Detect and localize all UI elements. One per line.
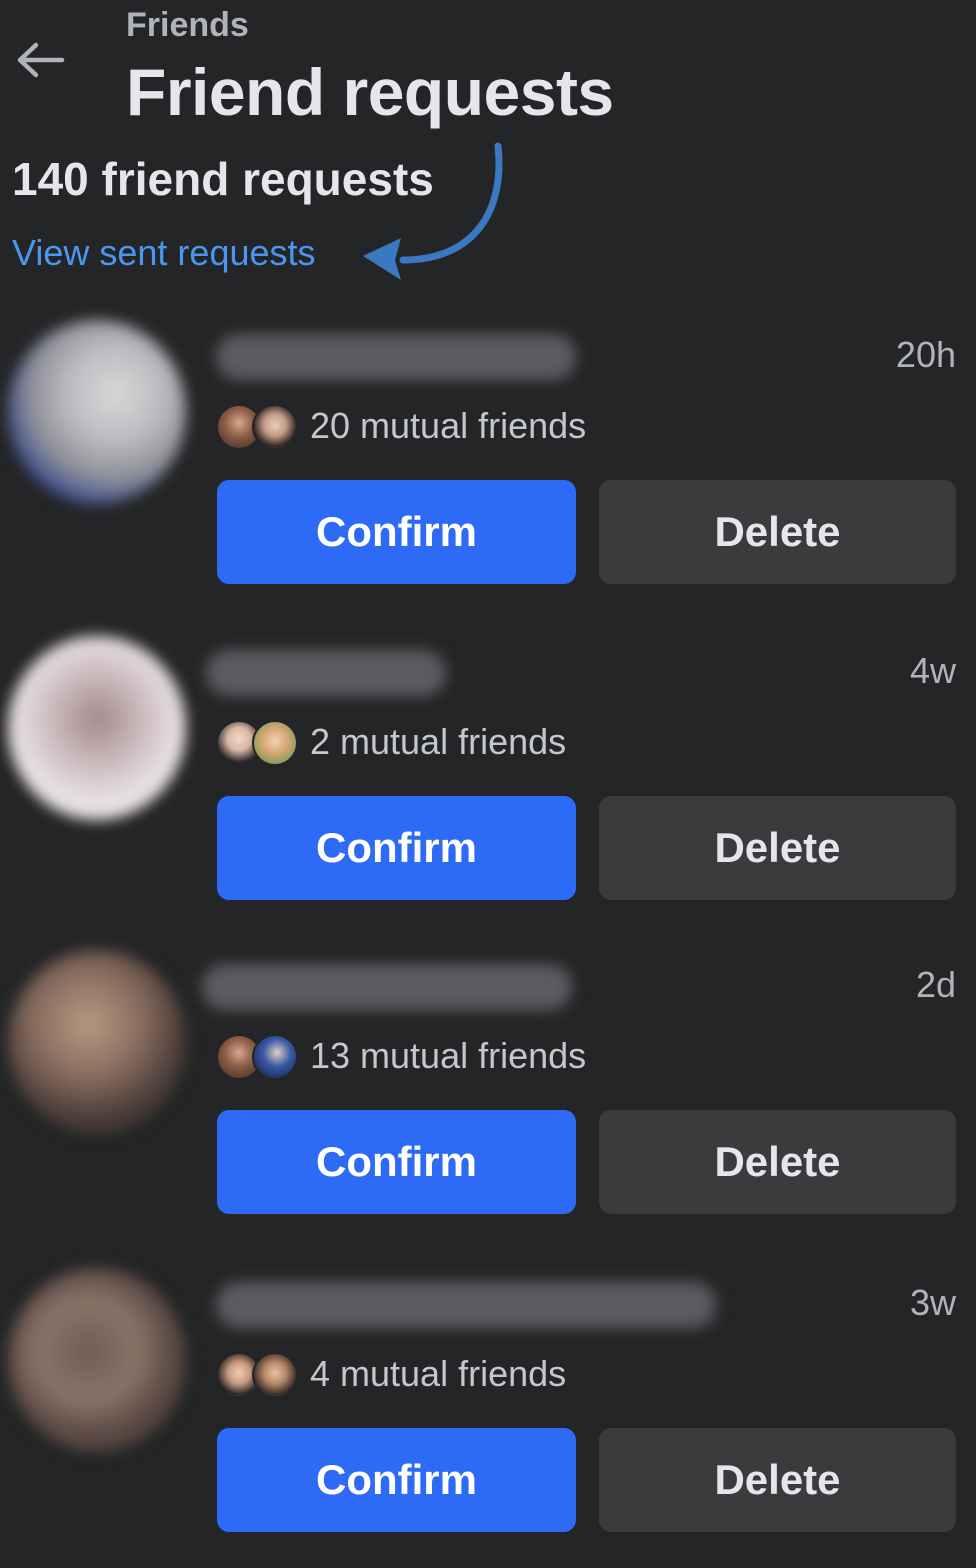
view-sent-requests-link[interactable]: View sent requests (12, 232, 316, 274)
mutual-friend-avatar (252, 1034, 298, 1080)
avatar[interactable] (8, 320, 186, 504)
request-time: 4w (909, 650, 956, 691)
delete-button[interactable]: Delete (599, 480, 956, 584)
requester-name[interactable] (202, 964, 572, 1010)
page-title: Friend requests (126, 55, 614, 129)
mutual-friends-count: 13 mutual friends (310, 1035, 587, 1076)
mutual-friend-avatars (216, 718, 300, 766)
mutual-friend-avatars (216, 1350, 300, 1398)
mutual-friend-avatar (252, 1352, 298, 1398)
request-time: 3w (909, 1282, 956, 1323)
mutual-friends[interactable]: 20 mutual friends (216, 402, 586, 450)
mutual-friends-count: 20 mutual friends (310, 405, 587, 446)
mutual-friends[interactable]: 2 mutual friends (216, 718, 566, 766)
mutual-friend-avatars (216, 1032, 300, 1080)
back-button[interactable] (12, 36, 68, 84)
avatar[interactable] (8, 1268, 186, 1452)
requester-name[interactable] (206, 650, 446, 696)
arrow-left-icon (17, 42, 65, 78)
confirm-button[interactable]: Confirm (217, 796, 576, 900)
request-time: 20h (895, 334, 956, 375)
confirm-button[interactable]: Confirm (217, 1428, 576, 1532)
mutual-friends-count: 4 mutual friends (310, 1353, 567, 1394)
request-time: 2d (915, 964, 956, 1005)
requester-name[interactable] (216, 334, 576, 380)
confirm-button[interactable]: Confirm (217, 480, 576, 584)
avatar[interactable] (8, 636, 186, 820)
mutual-friend-avatar (252, 404, 298, 450)
friend-request-item: 4w 2 mutual friends Confirm Delete (0, 636, 976, 936)
breadcrumb: Friends (126, 6, 249, 44)
delete-button[interactable]: Delete (599, 1428, 956, 1532)
mutual-friends-count: 2 mutual friends (310, 721, 567, 762)
mutual-friends[interactable]: 13 mutual friends (216, 1032, 586, 1080)
friend-request-item: 20h 20 mutual friends Confirm Delete (0, 320, 976, 620)
delete-button[interactable]: Delete (599, 796, 956, 900)
mutual-friend-avatars (216, 402, 300, 450)
delete-button[interactable]: Delete (599, 1110, 956, 1214)
friend-request-item: 3w 4 mutual friends Confirm Delete (0, 1268, 976, 1568)
confirm-button[interactable]: Confirm (217, 1110, 576, 1214)
mutual-friends[interactable]: 4 mutual friends (216, 1350, 566, 1398)
friend-request-item: 2d 13 mutual friends Confirm Delete (0, 950, 976, 1250)
avatar[interactable] (8, 950, 186, 1134)
mutual-friend-avatar (252, 720, 298, 766)
requester-name[interactable] (216, 1282, 716, 1328)
annotation-arrow (363, 142, 503, 280)
